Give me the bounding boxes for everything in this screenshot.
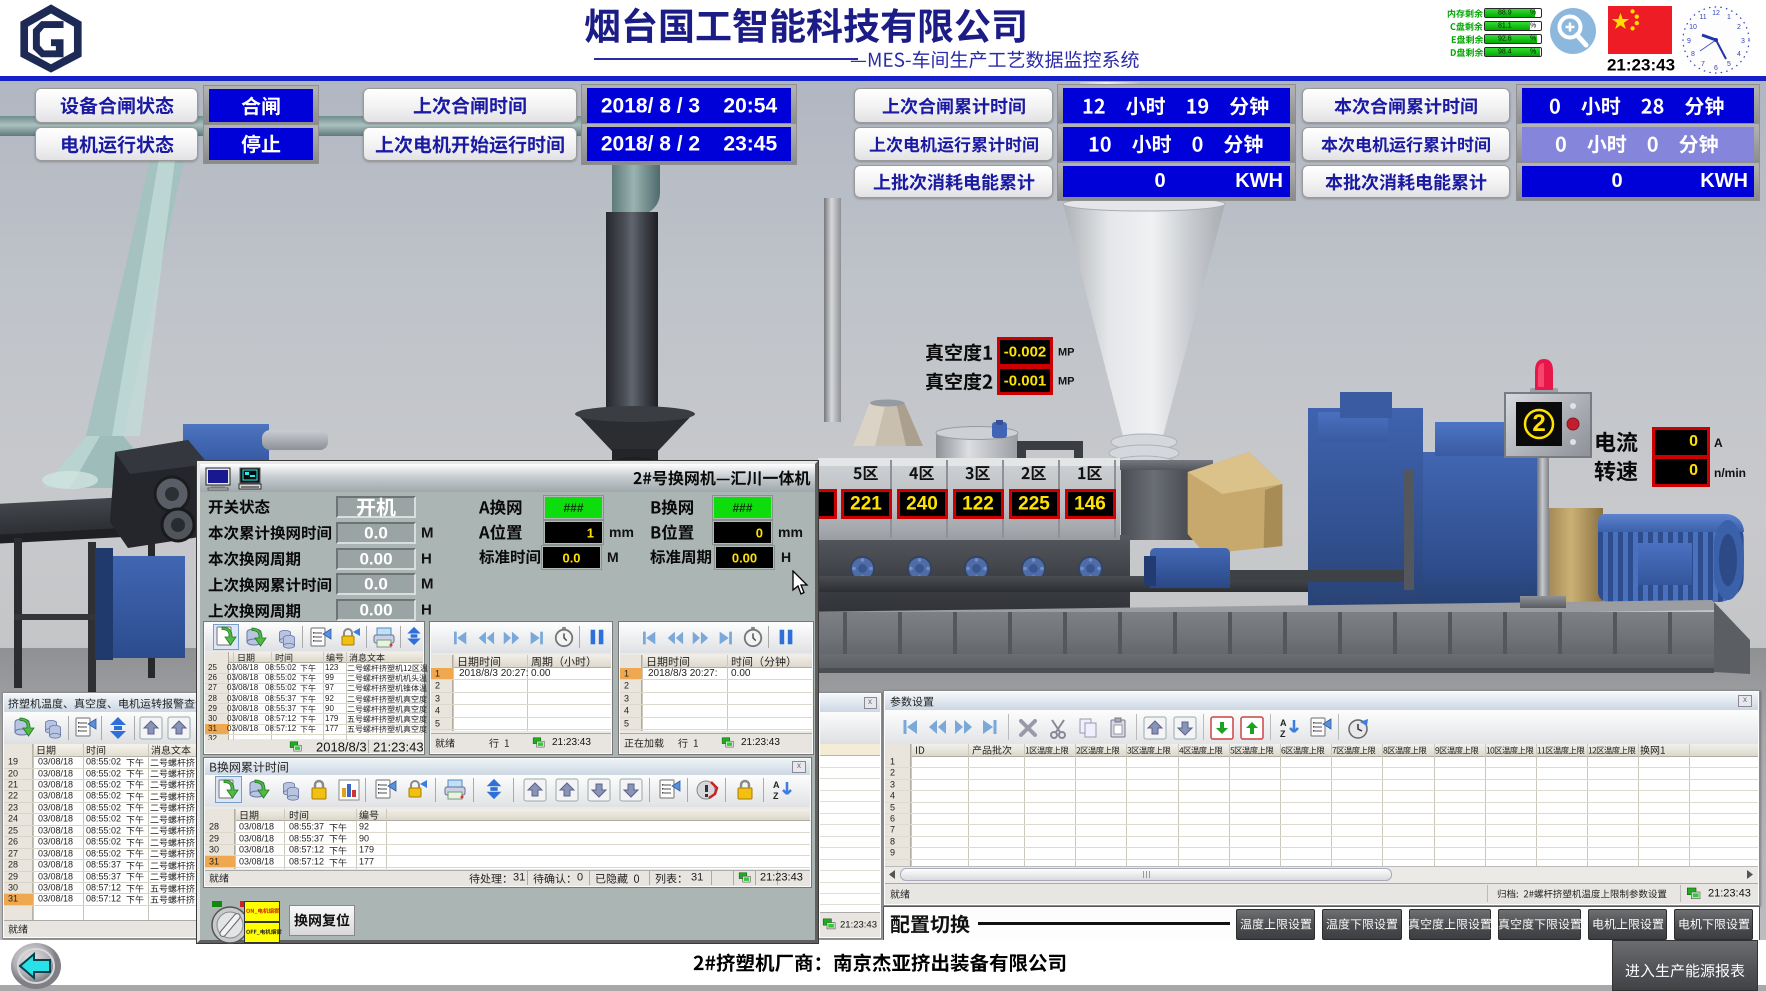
svg-text:3: 3 [1741, 38, 1745, 45]
svg-text:6: 6 [1714, 65, 1718, 72]
svg-text:5: 5 [1727, 61, 1731, 68]
svg-text:8: 8 [1691, 51, 1695, 58]
svg-text:10: 10 [1689, 24, 1697, 31]
svg-text:Z: Z [773, 791, 779, 801]
svg-text:7: 7 [1701, 61, 1705, 68]
svg-text:2: 2 [1737, 24, 1741, 31]
svg-text:1: 1 [1727, 14, 1731, 21]
svg-text:9: 9 [1687, 38, 1691, 45]
svg-text:4: 4 [1737, 51, 1741, 58]
svg-text:A: A [1280, 718, 1287, 728]
svg-text:11: 11 [1699, 14, 1706, 21]
svg-text:A: A [773, 780, 780, 790]
svg-text:Z: Z [1280, 729, 1286, 739]
svg-text:12: 12 [1712, 10, 1720, 17]
